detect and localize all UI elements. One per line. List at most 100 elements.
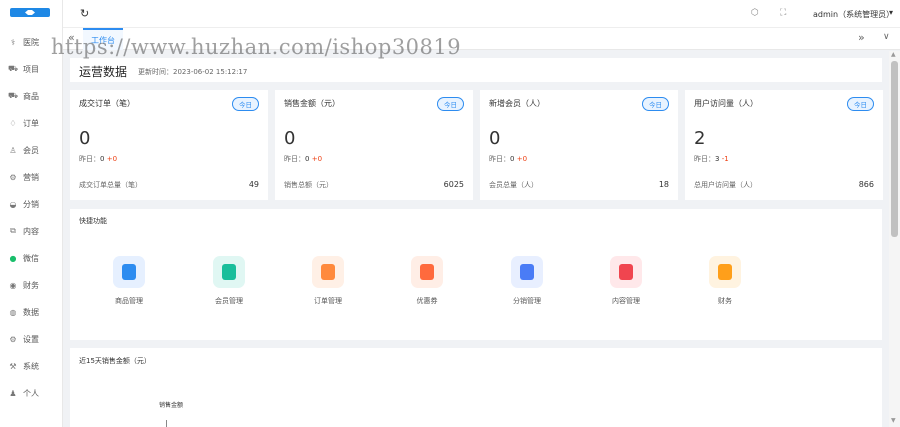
chart-y-axis [166, 420, 167, 427]
sidebar-item-label: 数据 [23, 307, 39, 317]
fullscreen-icon[interactable]: ⛶ [780, 8, 786, 18]
sidebar-item-7[interactable]: ⧉ 内容 [0, 222, 63, 240]
sidebar-item-5[interactable]: ⚙ 营销 [0, 168, 63, 186]
quick-item-4[interactable]: 分销管理 [497, 256, 557, 306]
order-icon[interactable] [312, 256, 344, 288]
content-icon-glyph [619, 264, 633, 280]
sidebar-item-label: 营销 [23, 172, 39, 182]
sidebar-item-label: 商品 [23, 91, 39, 101]
sidebar-item-11[interactable]: ⚙ 设置 [0, 330, 63, 348]
yesterday-delta: +0 [516, 155, 528, 163]
yesterday-label: 昨日： [694, 155, 715, 163]
user-menu[interactable]: admin（系统管理员） [813, 9, 894, 20]
scrollbar[interactable]: ▲ ▼ [889, 51, 900, 427]
megaphone-icon-glyph [520, 264, 534, 280]
sidebar-item-13[interactable]: ♟ 个人 [0, 384, 63, 402]
yesterday-value: 0 [510, 155, 515, 163]
scrollbar-thumb[interactable] [891, 61, 898, 237]
system-icon: ⚒ [9, 361, 17, 371]
sidebar-item-3[interactable]: ♢ 订单 [0, 114, 63, 132]
stat-value: 0 [489, 128, 501, 149]
scroll-down-icon[interactable]: ▼ [891, 417, 896, 424]
quick-item-6[interactable]: 财务 [695, 256, 755, 306]
sidebar-item-12[interactable]: ⚒ 系统 [0, 357, 63, 375]
person-icon: ♟ [9, 388, 17, 398]
sales-chart-card: 近15天销售金额（元） 销售金额 [70, 348, 882, 427]
bell-icon: ♢ [9, 118, 17, 128]
refresh-icon[interactable]: ↻ [80, 7, 89, 20]
finance-icon-glyph [718, 264, 732, 280]
yesterday-value: 3 [715, 155, 720, 163]
stat-label: 新增会员（人） [489, 99, 545, 108]
total-label: 成交订单总量（笔） [79, 181, 142, 189]
quick-item-0[interactable]: 商品管理 [99, 256, 159, 306]
sidebar-item-label: 个人 [23, 388, 39, 398]
total-value: 866 [858, 180, 874, 189]
quick-item-3[interactable]: 优惠券 [397, 256, 457, 306]
megaphone-icon[interactable] [511, 256, 543, 288]
quick-item-1[interactable]: 会员管理 [199, 256, 259, 306]
quick-item-label: 会员管理 [215, 297, 243, 305]
gear-icon: ⚙ [9, 172, 17, 182]
tag-icon[interactable]: ⬡ [751, 8, 759, 18]
total-label: 销售总额（元） [284, 181, 333, 189]
stat-card: 成交订单（笔） 今日 0 昨日：0 +0 成交订单总量（笔） 49 [70, 90, 268, 200]
today-badge[interactable]: 今日 [232, 97, 259, 111]
yesterday-label: 昨日： [79, 155, 100, 163]
chevron-down-icon[interactable]: ▾ [889, 8, 893, 17]
overview-header: 运营数据 更新时间：2023-06-02 15:12:17 [70, 58, 882, 82]
quick-item-label: 订单管理 [314, 297, 342, 305]
today-badge[interactable]: 今日 [437, 97, 464, 111]
logo[interactable] [10, 8, 50, 17]
quick-item-label: 优惠券 [416, 297, 438, 305]
sidebar-item-4[interactable]: ♙ 会员 [0, 141, 63, 159]
scroll-up-icon[interactable]: ▲ [891, 51, 896, 58]
sidebar-item-8[interactable]: ● 微信 [0, 249, 63, 267]
sidebar-item-10[interactable]: ◍ 数据 [0, 303, 63, 321]
chart-series-label: 销售金额 [159, 402, 184, 409]
book-icon: ⧉ [10, 226, 16, 235]
total-value: 49 [248, 180, 259, 189]
sidebar-item-label: 订单 [23, 118, 39, 128]
stat-value: 2 [694, 128, 706, 149]
quick-functions: 快捷功能 商品管理 会员管理 订单管理 优惠券 分销管理 内容管理 财务 [70, 209, 882, 340]
tabs-menu-icon[interactable]: ∨ [883, 32, 890, 42]
sidebar-item-0[interactable]: ⚕ 医院 [0, 33, 63, 51]
stat-card: 销售金额（元） 今日 0 昨日：0 +0 销售总额（元） 6025 [275, 90, 473, 200]
quick-item-label: 内容管理 [612, 297, 640, 305]
sidebar-item-2[interactable]: ⛟ 商品 [0, 87, 63, 105]
product-icon[interactable] [113, 256, 145, 288]
tab-workbench[interactable]: 工作台 [83, 28, 123, 50]
quick-item-5[interactable]: 内容管理 [596, 256, 656, 306]
coupon-icon[interactable] [411, 256, 443, 288]
total-label: 总用户访问量（人） [694, 181, 757, 189]
sidebar-item-label: 财务 [23, 280, 39, 290]
stat-card: 用户访问量（人） 今日 2 昨日：3 -1 总用户访问量（人） 866 [685, 90, 883, 200]
sidebar-item-label: 微信 [23, 253, 39, 263]
sidebar-item-9[interactable]: ◉ 财务 [0, 276, 63, 294]
order-icon-glyph [321, 264, 335, 280]
sidebar-item-label: 系统 [23, 361, 39, 371]
today-badge[interactable]: 今日 [642, 97, 669, 111]
today-badge[interactable]: 今日 [847, 97, 874, 111]
sidebar-item-6[interactable]: ◒ 分销 [0, 195, 63, 213]
scroll-right-icon[interactable]: » [858, 31, 865, 44]
total-value: 18 [658, 180, 669, 189]
quick-functions-title: 快捷功能 [79, 217, 107, 225]
quick-item-label: 财务 [718, 297, 732, 305]
sidebar: ⚕ 医院 ⛟ 项目 ⛟ 商品 ♢ 订单 ♙ 会员 ⚙ 营销 ◒ 分销 ⧉ 内容 ● 微信 ◉ 财务 ◍ 数据 ⚙ 设置 ⚒ 系统 ♟… [0, 0, 63, 427]
sidebar-item-label: 内容 [23, 226, 39, 236]
sidebar-item-1[interactable]: ⛟ 项目 [0, 60, 63, 78]
layers-icon: ◒ [9, 199, 17, 209]
chart-title: 近15天销售金额（元） [79, 357, 151, 365]
user-icon: ♙ [9, 145, 17, 155]
members-icon[interactable] [213, 256, 245, 288]
data-icon: ◍ [9, 307, 17, 317]
yesterday-value: 0 [100, 155, 105, 163]
yesterday-line: 昨日：0 +0 [284, 154, 322, 164]
cart-icon: ⛟ [8, 64, 19, 73]
scroll-left-icon[interactable]: « [68, 31, 75, 44]
finance-icon[interactable] [709, 256, 741, 288]
quick-item-2[interactable]: 订单管理 [298, 256, 358, 306]
content-icon[interactable] [610, 256, 642, 288]
